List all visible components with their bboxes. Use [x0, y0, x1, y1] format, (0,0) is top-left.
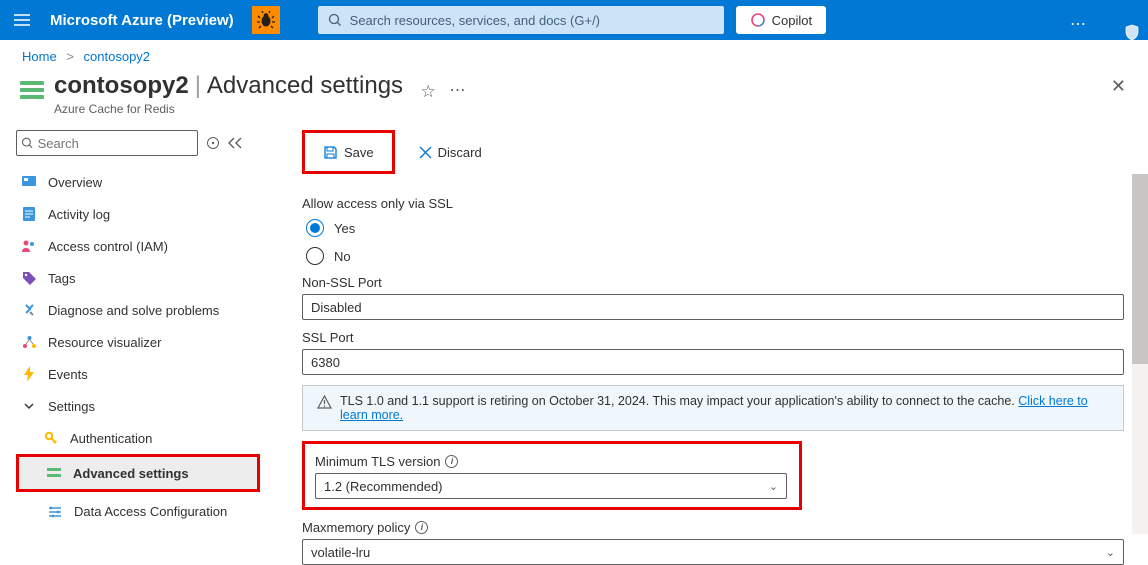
command-bar: Save Discard [302, 130, 1130, 174]
sidebar-search-input[interactable] [38, 136, 193, 151]
bug-icon[interactable] [252, 6, 280, 34]
sidebar-item-label: Data Access Configuration [74, 504, 227, 520]
sidebar-item-label: Settings [48, 399, 95, 414]
page-section: Advanced settings [207, 72, 403, 99]
copilot-label: Copilot [772, 13, 812, 28]
non-ssl-port-label: Non-SSL Port [302, 275, 1130, 290]
radio-icon [306, 247, 324, 265]
collapse-icon[interactable] [228, 137, 242, 149]
sidebar-item-tags[interactable]: Tags [16, 262, 260, 294]
sidebar-search[interactable] [16, 130, 198, 156]
copilot-button[interactable]: Copilot [736, 6, 826, 34]
breadcrumb: Home > contosopy2 [0, 40, 1148, 68]
scrollbar-thumb[interactable] [1132, 174, 1148, 364]
topbar: Microsoft Azure (Preview) Search resourc… [0, 0, 1148, 40]
sidebar-item-resource-visualizer[interactable]: Resource visualizer [16, 326, 260, 358]
hamburger-icon[interactable] [8, 0, 36, 40]
tls-retirement-banner: TLS 1.0 and 1.1 support is retiring on O… [302, 385, 1124, 431]
close-icon[interactable]: ✕ [1111, 72, 1126, 101]
chevron-down-icon [20, 400, 38, 412]
ssl-port-field[interactable]: 6380 [302, 349, 1124, 375]
radio-icon [306, 219, 324, 237]
sidebar-item-label: Diagnose and solve problems [48, 303, 219, 318]
maxmemory-label: Maxmemory policy i [302, 520, 1130, 535]
radio-label: No [334, 249, 351, 264]
sidebar-item-label: Activity log [48, 207, 110, 222]
events-icon [20, 366, 38, 382]
chevron-down-icon: ⌄ [769, 480, 778, 493]
title-row: contosopy2|Advanced settings ☆ ⋯ Azure C… [0, 68, 1148, 116]
sidebar-item-advanced-settings[interactable]: Advanced settings [19, 457, 257, 489]
resource-visualizer-icon [20, 335, 38, 350]
sidebar: Overview Activity log Access control (IA… [16, 130, 260, 565]
tags-icon [20, 271, 38, 286]
pin-icon[interactable] [206, 136, 220, 150]
sidebar-item-access-control[interactable]: Access control (IAM) [16, 230, 260, 262]
save-label: Save [344, 145, 374, 160]
sidebar-item-settings[interactable]: Settings [16, 390, 260, 422]
save-button[interactable]: Save [313, 137, 384, 167]
access-control-icon [20, 239, 38, 253]
sidebar-item-label: Overview [48, 175, 102, 190]
global-search[interactable]: Search resources, services, and docs (G+… [318, 6, 724, 34]
breadcrumb-sep: > [66, 49, 74, 64]
global-search-placeholder: Search resources, services, and docs (G+… [350, 13, 600, 28]
banner-text: TLS 1.0 and 1.1 support is retiring on O… [340, 394, 1109, 422]
title-divider: | [195, 72, 201, 99]
maxmemory-select[interactable]: volatile-lru ⌄ [302, 539, 1124, 565]
radio-label: Yes [334, 221, 355, 236]
ssl-yes-option[interactable]: Yes [302, 219, 1130, 237]
non-ssl-port-field[interactable]: Disabled [302, 294, 1124, 320]
main-panel: Save Discard Allow access only via SSL Y… [260, 130, 1130, 565]
data-access-icon [46, 505, 64, 519]
ssl-port-label: SSL Port [302, 330, 1130, 345]
advanced-settings-icon [45, 466, 63, 480]
ssl-access-label: Allow access only via SSL [302, 196, 1130, 211]
breadcrumb-resource[interactable]: contosopy2 [84, 49, 151, 64]
discard-button[interactable]: Discard [409, 137, 492, 167]
diagnose-icon [20, 303, 38, 318]
sidebar-item-label: Access control (IAM) [48, 239, 168, 254]
chevron-down-icon: ⌄ [1106, 546, 1115, 559]
discard-label: Discard [438, 145, 482, 160]
warning-icon [317, 395, 332, 409]
sidebar-item-label: Events [48, 367, 88, 382]
portal-title[interactable]: Microsoft Azure (Preview) [50, 12, 234, 29]
resource-type: Azure Cache for Redis [54, 102, 468, 116]
favorite-icon[interactable]: ☆ [421, 82, 436, 101]
sidebar-item-overview[interactable]: Overview [16, 166, 260, 198]
topbar-more-icon[interactable]: ⋯ [1070, 14, 1088, 34]
overview-icon [20, 175, 38, 189]
title-more-icon[interactable]: ⋯ [450, 82, 468, 99]
sidebar-item-diagnose[interactable]: Diagnose and solve problems [16, 294, 260, 326]
sidebar-item-events[interactable]: Events [16, 358, 260, 390]
resource-name: contosopy2 [54, 72, 189, 99]
sidebar-item-label: Tags [48, 271, 75, 286]
sidebar-item-data-access-config[interactable]: Data Access Configuration [16, 492, 260, 532]
min-tls-select[interactable]: 1.2 (Recommended) ⌄ [315, 473, 787, 499]
shield-icon[interactable] [1124, 24, 1140, 42]
key-icon [42, 431, 60, 445]
info-icon[interactable]: i [445, 455, 458, 468]
sidebar-item-label: Authentication [70, 431, 152, 446]
select-value: volatile-lru [311, 545, 370, 560]
sidebar-item-label: Advanced settings [73, 466, 189, 481]
min-tls-label: Minimum TLS version i [315, 454, 789, 469]
info-icon[interactable]: i [415, 521, 428, 534]
select-value: 1.2 (Recommended) [324, 479, 443, 494]
activity-log-icon [20, 206, 38, 222]
breadcrumb-home[interactable]: Home [22, 49, 57, 64]
sidebar-item-label: Resource visualizer [48, 335, 161, 350]
sidebar-item-activity-log[interactable]: Activity log [16, 198, 260, 230]
ssl-no-option[interactable]: No [302, 247, 1130, 265]
vertical-scrollbar[interactable] [1132, 174, 1148, 534]
sidebar-item-authentication[interactable]: Authentication [16, 422, 260, 454]
redis-icon [18, 78, 48, 102]
